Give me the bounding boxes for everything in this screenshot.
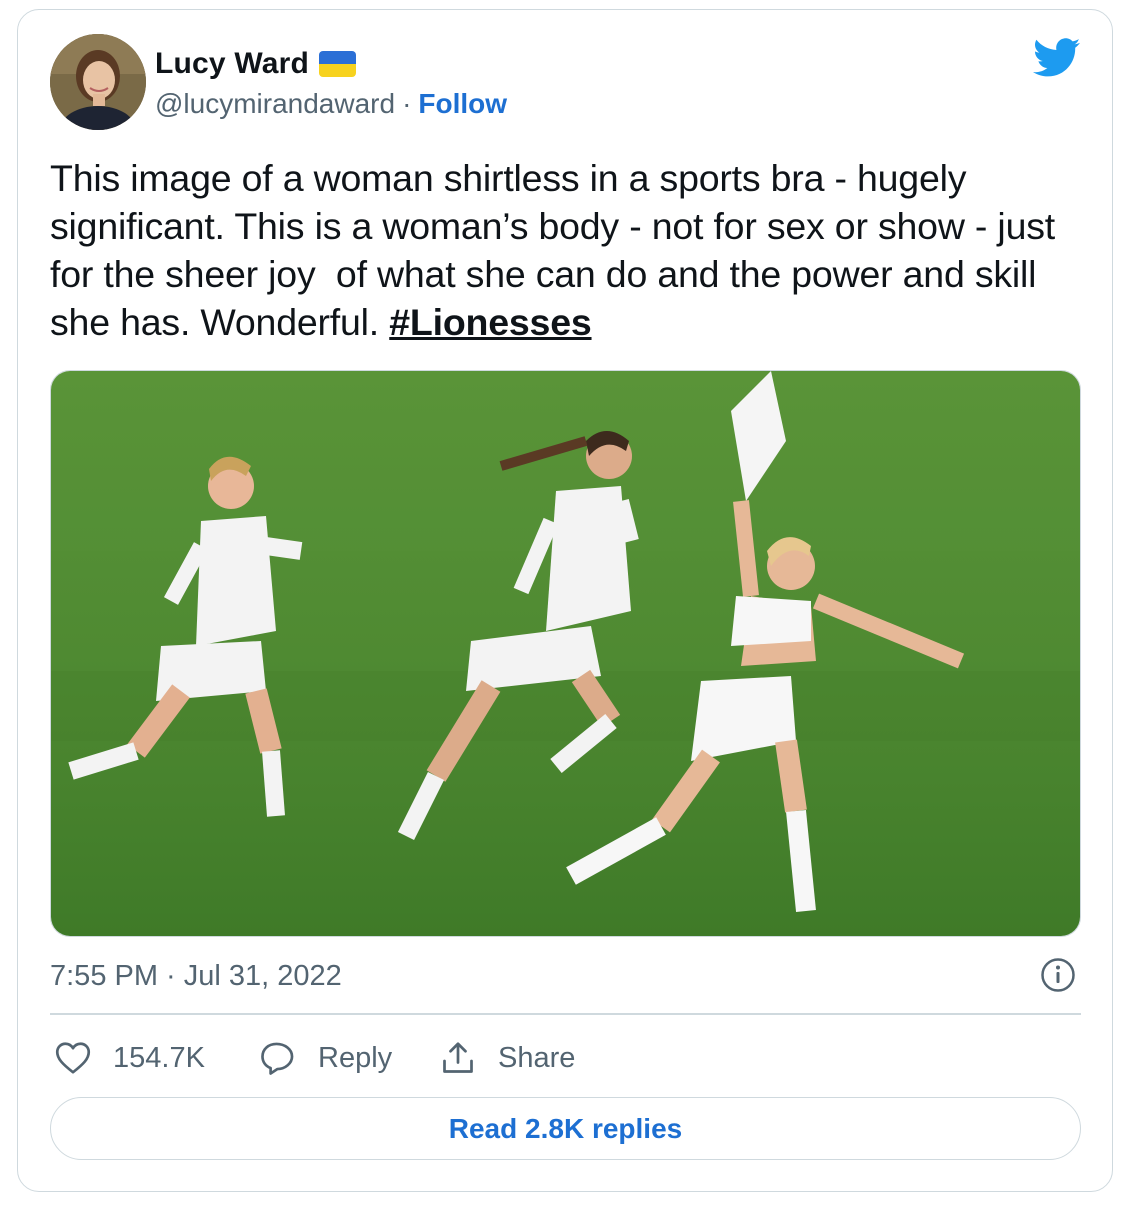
tweet-text: This image of a woman shirtless in a spo…	[50, 154, 1080, 346]
share-button[interactable]: Share	[440, 1035, 575, 1081]
avatar[interactable]	[50, 34, 146, 130]
author-name[interactable]: Lucy Ward	[155, 47, 309, 81]
tweet-timestamp[interactable]: 7:55 PM · Jul 31, 2022	[50, 955, 342, 997]
read-replies-button[interactable]: Read 2.8K replies	[50, 1097, 1081, 1160]
handle-row: @lucymirandaward · Follow	[155, 84, 507, 124]
twitter-bird-icon[interactable]	[1033, 38, 1081, 78]
separator-dot: ·	[402, 88, 412, 119]
like-button[interactable]: 154.7K	[55, 1035, 205, 1081]
like-count: 154.7K	[113, 1041, 205, 1074]
info-icon[interactable]	[1040, 957, 1076, 993]
author-name-row: Lucy Ward	[155, 42, 357, 86]
ukraine-flag-icon	[319, 51, 357, 77]
hashtag-link[interactable]: #Lionesses	[389, 301, 591, 343]
follow-button[interactable]: Follow	[418, 88, 507, 120]
speech-bubble-icon	[261, 1042, 294, 1075]
tweet-photo[interactable]	[50, 370, 1081, 937]
divider	[50, 1013, 1081, 1015]
reply-label: Reply	[318, 1041, 393, 1074]
heart-icon	[55, 1042, 91, 1074]
share-label: Share	[498, 1041, 576, 1074]
author-handle[interactable]: @lucymirandaward	[155, 88, 395, 120]
share-upload-icon	[443, 1042, 473, 1073]
reply-button[interactable]: Reply	[260, 1035, 392, 1081]
